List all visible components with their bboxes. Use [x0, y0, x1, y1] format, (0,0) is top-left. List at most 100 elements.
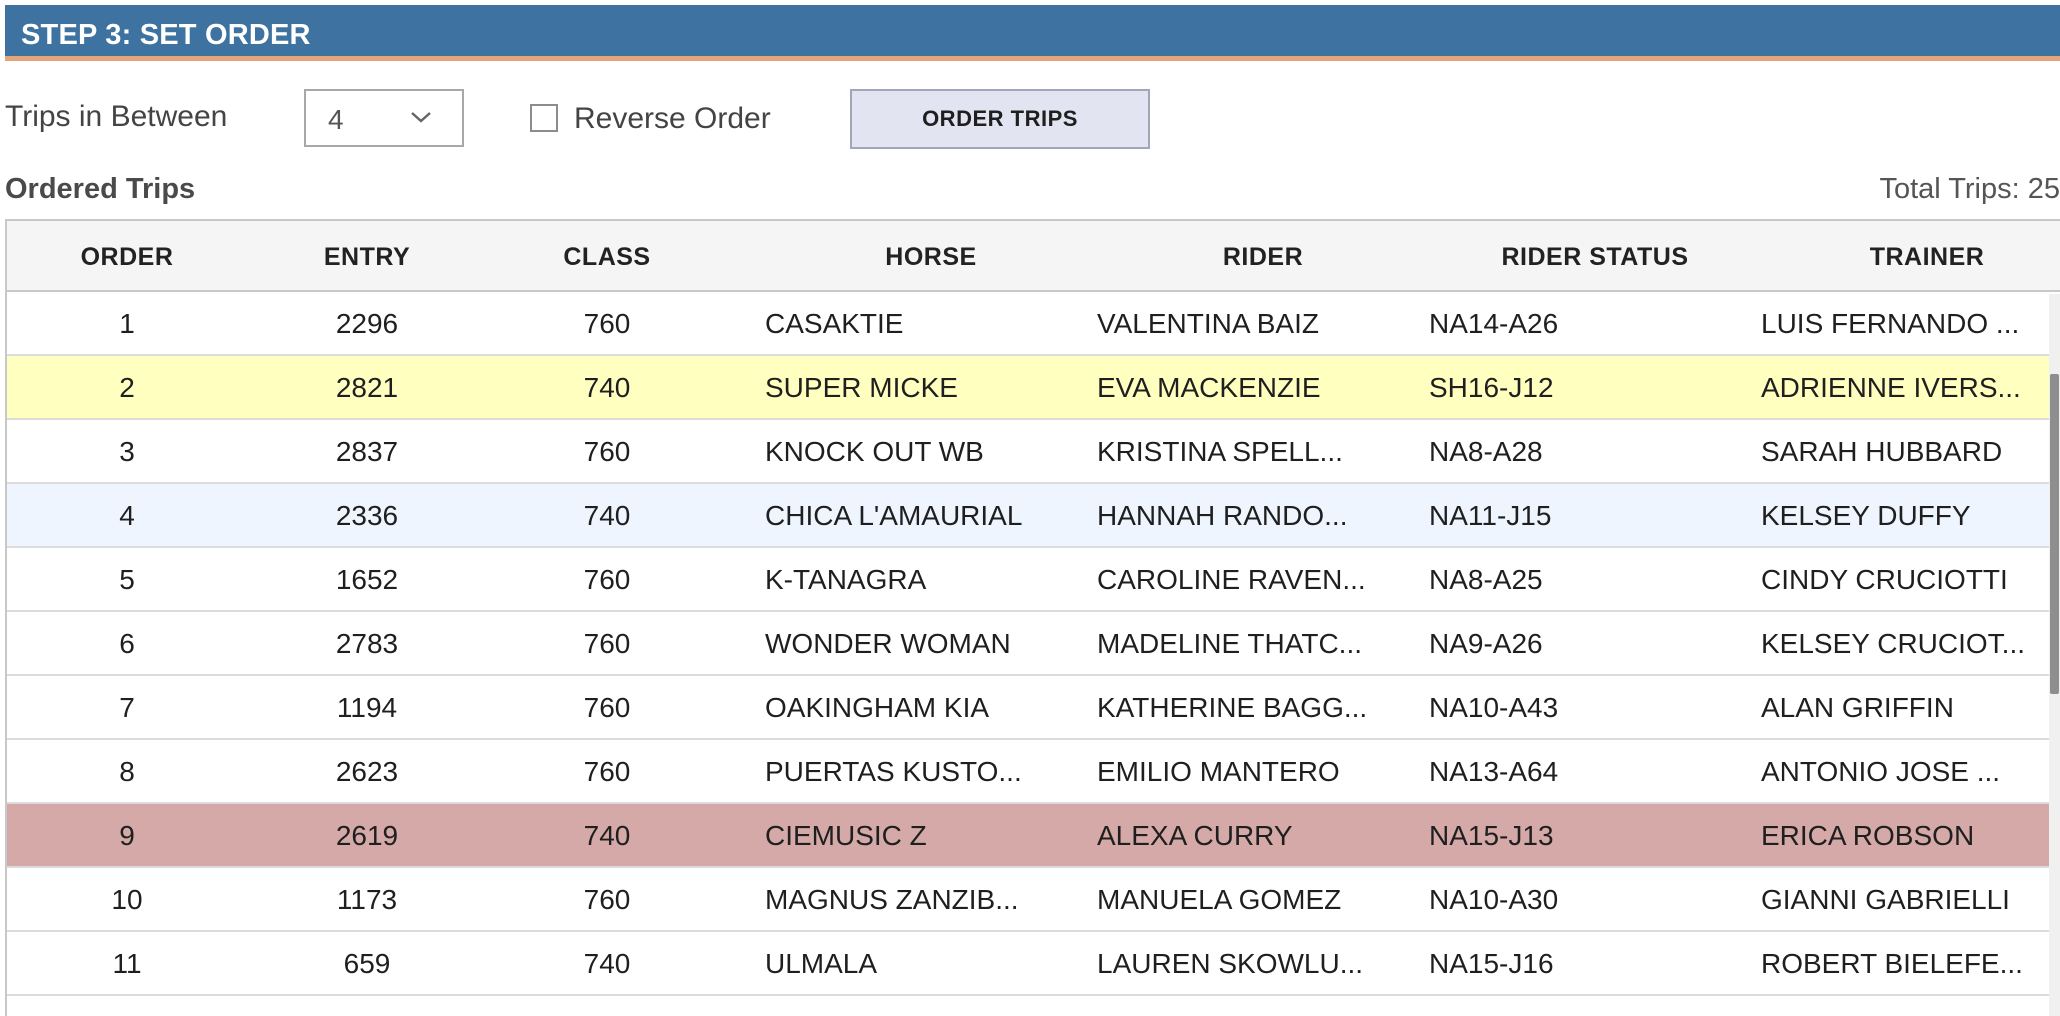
table-row[interactable]: 9 2619 740 CIEMUSIC Z ALEXA CURRY NA15-J13 ERI…	[7, 804, 2053, 868]
column-header-horse[interactable]: HORSE	[765, 243, 1097, 272]
cell-order: 6	[119, 628, 135, 659]
cell-horse: ULMALA	[765, 948, 878, 979]
cell-rider-status: NA8-A28	[1429, 436, 1543, 467]
step-header: STEP 3: SET ORDER	[5, 5, 2060, 61]
cell-horse: KNOCK OUT WB	[765, 436, 984, 467]
table-row[interactable]: 6 2783 760 WONDER WOMAN MADELINE THATC... NA9…	[7, 612, 2053, 676]
cell-entry: 2296	[335, 308, 399, 339]
cell-rider-status: NA15-J16	[1429, 948, 1554, 979]
cell-entry: 2837	[335, 436, 399, 467]
cell-class: 740	[583, 820, 631, 851]
cell-rider-status: NA15-J13	[1429, 820, 1554, 851]
cell-rider: HANNAH RANDO...	[1097, 500, 1348, 531]
cell-order: 7	[119, 692, 135, 723]
table-row[interactable]: 10 1173 760 MAGNUS ZANZIB... MANUELA GOMEZ NA…	[7, 868, 2053, 932]
cell-rider-status: NA10-A43	[1429, 692, 1559, 723]
trips-in-between-label: Trips in Between	[5, 100, 228, 133]
cell-class: 760	[583, 884, 631, 915]
column-header-class[interactable]: CLASS	[487, 243, 727, 272]
cell-entry: 2783	[335, 628, 399, 659]
cell-trainer: LUIS FERNANDO ...	[1761, 308, 2020, 339]
cell-order: 8	[119, 756, 135, 787]
column-header-rider-status[interactable]: RIDER STATUS	[1429, 243, 1761, 272]
scrollbar-thumb[interactable]	[2050, 374, 2059, 694]
cell-trainer: SARAH HUBBARD	[1761, 436, 2003, 467]
trips-in-between-select[interactable]: 4	[304, 89, 464, 147]
cell-order: 5	[119, 564, 135, 595]
cell-horse: CHICA L'AMAURIAL	[765, 500, 1023, 531]
cell-rider: KRISTINA SPELL...	[1097, 436, 1343, 467]
table-row[interactable]: 11 659 740 ULMALA LAUREN SKOWLU... NA15-J16 RO…	[7, 932, 2053, 996]
cell-entry: 2336	[335, 500, 399, 531]
cell-trainer: ANTONIO JOSE ...	[1761, 756, 2001, 787]
cell-trainer: CINDY CRUCIOTTI	[1761, 564, 2008, 595]
cell-trainer: ADRIENNE IVERS...	[1761, 372, 2021, 403]
chevron-down-icon	[411, 112, 431, 123]
cell-order: 11	[112, 948, 142, 979]
cell-horse: OAKINGHAM KIA	[765, 692, 990, 723]
cell-order: 1	[119, 308, 135, 339]
cell-order: 4	[119, 500, 135, 531]
cell-order: 9	[119, 820, 135, 851]
cell-class: 740	[583, 500, 631, 531]
cell-rider: EMILIO MANTERO	[1097, 756, 1340, 787]
grid-header: ORDER ENTRY CLASS HORSE RIDER RIDER STAT…	[7, 221, 2060, 292]
cell-class: 760	[583, 308, 631, 339]
cell-order: 2	[119, 372, 135, 403]
cell-trainer: KELSEY DUFFY	[1761, 500, 1971, 531]
cell-rider: LAUREN SKOWLU...	[1097, 948, 1364, 979]
cell-horse: CIEMUSIC Z	[765, 820, 927, 851]
column-header-trainer[interactable]: TRAINER	[1761, 243, 2060, 272]
column-header-entry[interactable]: ENTRY	[247, 243, 487, 272]
cell-rider-status: NA8-A25	[1429, 564, 1543, 595]
cell-rider: MADELINE THATC...	[1097, 628, 1363, 659]
trips-in-between-value: 4	[328, 104, 344, 135]
cell-horse: K-TANAGRA	[765, 564, 927, 595]
cell-entry: 2619	[335, 820, 399, 851]
column-header-rider[interactable]: RIDER	[1097, 243, 1429, 272]
cell-rider: VALENTINA BAIZ	[1097, 308, 1319, 339]
cell-entry: 659	[343, 948, 391, 979]
cell-trainer: ERICA ROBSON	[1761, 820, 1975, 851]
order-controls: Trips in Between 4 Reverse Order ORDER T…	[0, 86, 2060, 150]
cell-rider: EVA MACKENZIE	[1097, 372, 1321, 403]
vertical-scrollbar[interactable]	[2049, 294, 2060, 1016]
cell-trainer: ROBERT BIELEFE...	[1761, 948, 2023, 979]
cell-entry: 2623	[335, 756, 399, 787]
cell-rider-status: NA9-A26	[1429, 628, 1543, 659]
table-row[interactable]: 8 2623 760 PUERTAS KUSTO... EMILIO MANTERO NA…	[7, 740, 2053, 804]
reverse-order-label[interactable]: Reverse Order	[574, 102, 771, 136]
cell-horse: WONDER WOMAN	[765, 628, 1011, 659]
total-trips-count: Total Trips: 25	[1879, 173, 2060, 205]
cell-rider-status: NA13-A64	[1429, 756, 1559, 787]
cell-trainer: KELSEY CRUCIOT...	[1761, 628, 2026, 659]
cell-horse: SUPER MICKE	[765, 372, 958, 403]
table-row[interactable]: 4 2336 740 CHICA L'AMAURIAL HANNAH RANDO... N…	[7, 484, 2053, 548]
table-row[interactable]: 5 1652 760 K-TANAGRA CAROLINE RAVEN... NA8-A2…	[7, 548, 2053, 612]
table-row[interactable]: 7 1194 760 OAKINGHAM KIA KATHERINE BAGG... NA…	[7, 676, 2053, 740]
cell-class: 760	[583, 756, 631, 787]
step-title: STEP 3: SET ORDER	[21, 19, 311, 51]
cell-horse: PUERTAS KUSTO...	[765, 756, 1022, 787]
cell-horse: MAGNUS ZANZIB...	[765, 884, 1019, 915]
cell-horse: CASAKTIE	[765, 308, 904, 339]
column-header-order[interactable]: ORDER	[7, 243, 247, 272]
cell-class: 740	[583, 948, 631, 979]
cell-class: 760	[583, 564, 631, 595]
ordered-trips-title: Ordered Trips	[5, 173, 196, 205]
table-row[interactable]: 3 2837 760 KNOCK OUT WB KRISTINA SPELL... NA8…	[7, 420, 2053, 484]
table-row[interactable]: 1 2296 760 CASAKTIE VALENTINA BAIZ NA14-A26 LU…	[7, 292, 2053, 356]
order-trips-button[interactable]: ORDER TRIPS	[850, 89, 1150, 149]
ordered-trips-grid: ORDER ENTRY CLASS HORSE RIDER RIDER STAT…	[5, 219, 2060, 1016]
cell-rider: ALEXA CURRY	[1097, 820, 1293, 851]
cell-entry: 1194	[336, 692, 398, 723]
cell-trainer: GIANNI GABRIELLI	[1761, 884, 2010, 915]
reverse-order-checkbox[interactable]	[530, 104, 558, 132]
cell-class: 760	[583, 436, 631, 467]
cell-rider-status: NA10-A30	[1429, 884, 1559, 915]
table-row[interactable]: 2 2821 740 SUPER MICKE EVA MACKENZIE SH16-J12…	[7, 356, 2053, 420]
cell-rider-status: SH16-J12	[1429, 372, 1554, 403]
cell-rider-status: NA14-A26	[1429, 308, 1559, 339]
cell-rider: CAROLINE RAVEN...	[1097, 564, 1366, 595]
cell-entry: 2821	[335, 372, 399, 403]
